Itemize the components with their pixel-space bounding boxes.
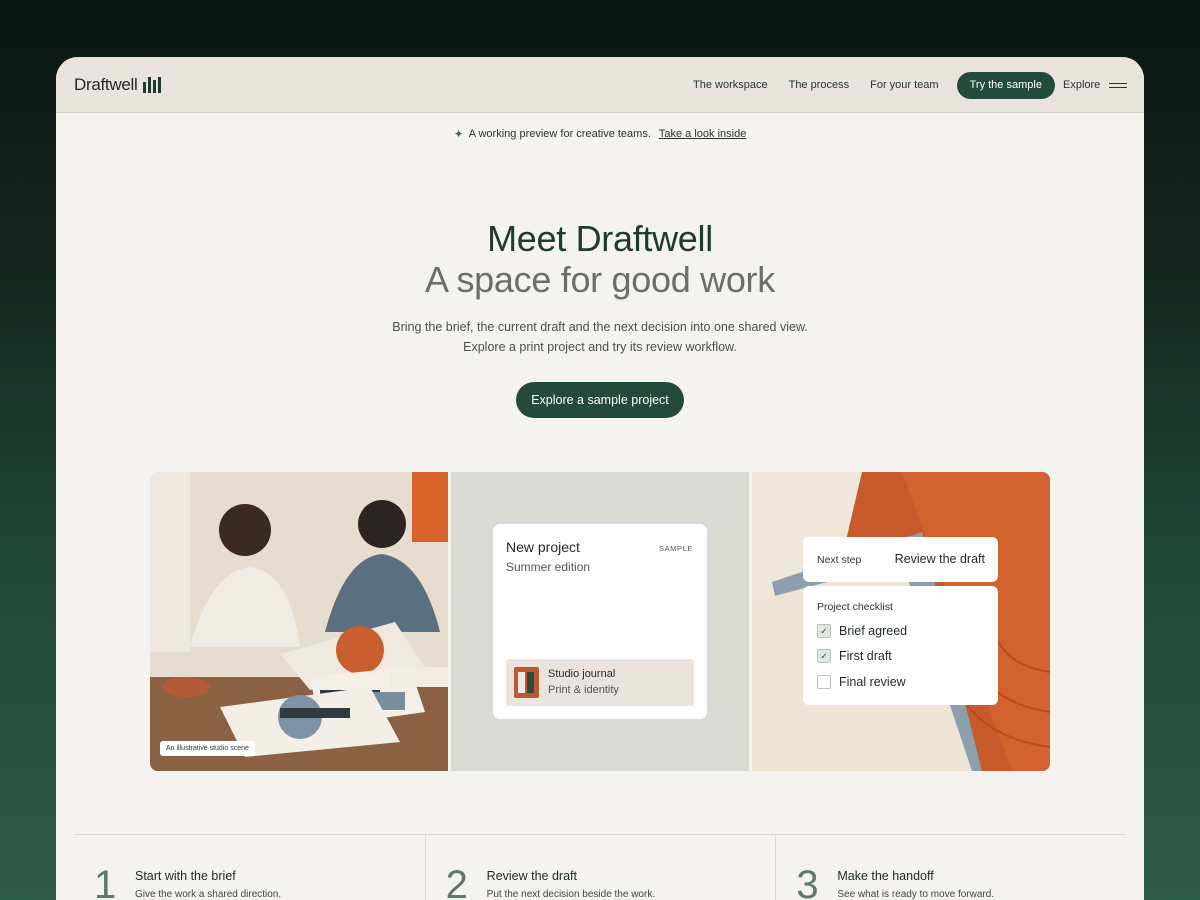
studio-photo-panel: An illustrative studio scene — [150, 472, 448, 771]
step-number: 2 — [445, 863, 468, 900]
explore-menu[interactable]: Explore — [1063, 57, 1128, 113]
announcement-bar: ✦ A working preview for creative teams. … — [56, 127, 1144, 141]
logo[interactable]: Draftwell — [74, 74, 162, 95]
showcase-panels: An illustrative studio scene New project… — [150, 472, 1050, 771]
checklist-item[interactable]: ✓ Brief agreed — [817, 624, 907, 638]
checkbox-checked-icon[interactable]: ✓ — [817, 649, 831, 663]
step-title: Start with the brief — [135, 869, 236, 883]
checklist-item[interactable]: Final review — [817, 675, 906, 689]
project-meta: Print & identity — [548, 684, 619, 696]
project-item[interactable]: Studio journal Print & identity — [506, 659, 694, 706]
checklist-title: Project checklist — [817, 601, 893, 613]
step-description: See what is ready to move forward. — [837, 889, 995, 900]
announcement-text: A working preview for creative teams. — [468, 128, 651, 140]
step-description: Give the work a shared direction. — [135, 889, 282, 900]
sample-badge: SAMPLE — [658, 544, 693, 553]
next-step-card[interactable]: Next step Review the draft — [803, 537, 998, 582]
step-title: Review the draft — [486, 869, 577, 883]
nav-link-workspace[interactable]: The workspace — [693, 79, 768, 91]
explore-sample-button[interactable]: Explore a sample project — [516, 382, 684, 418]
project-name: Studio journal — [548, 668, 616, 680]
explore-label: Explore — [1063, 79, 1101, 91]
next-step-label: Next step — [817, 554, 862, 566]
studio-scene-image — [150, 472, 448, 771]
checklist-item-label: Brief agreed — [839, 624, 908, 638]
hero-desc-line1: Bring the brief, the current draft and t… — [392, 320, 808, 334]
hero-description: Bring the brief, the current draft and t… — [56, 318, 1144, 357]
checkbox-unchecked-icon[interactable] — [817, 675, 831, 689]
checkbox-checked-icon[interactable]: ✓ — [817, 624, 831, 638]
step-1: 1 Start with the brief Give the work a s… — [74, 835, 425, 900]
hero-desc-line2: Explore a print project and try its revi… — [463, 339, 737, 354]
hamburger-icon — [1109, 82, 1128, 88]
nav-links: The workspace The process For your team … — [693, 57, 1055, 113]
brand-name: Draftwell — [74, 74, 138, 94]
process-steps: 1 Start with the brief Give the work a s… — [74, 834, 1126, 900]
checklist-item[interactable]: ✓ First draft — [817, 649, 892, 663]
sparkle-icon: ✦ — [453, 127, 464, 141]
nav-link-team[interactable]: For your team — [870, 79, 938, 91]
step-description: Put the next decision beside the work. — [486, 889, 656, 900]
image-caption: An illustrative studio scene — [160, 741, 255, 756]
journal-icon — [514, 667, 539, 698]
new-project-panel: New project Summer edition SAMPLE Studio… — [451, 472, 749, 771]
checklist-item-label: Final review — [839, 675, 906, 689]
card-subtitle: Summer edition — [506, 560, 591, 574]
step-title: Make the handoff — [837, 869, 934, 883]
hero-subtitle: A space for good work — [425, 259, 775, 300]
new-project-card[interactable]: New project Summer edition SAMPLE Studio… — [493, 524, 707, 719]
project-checklist-card: Project checklist ✓ Brief agreed ✓ First… — [803, 586, 998, 705]
step-number: 1 — [94, 863, 117, 900]
checklist-panel: Next step Review the draft Project check… — [752, 472, 1050, 771]
checklist-item-label: First draft — [839, 649, 892, 663]
card-title: New project — [506, 539, 580, 555]
next-step-value: Review the draft — [894, 552, 985, 566]
step-2: 2 Review the draft Put the next decision… — [424, 835, 776, 900]
hero-title: Meet Draftwell — [487, 218, 713, 259]
nav-link-process[interactable]: The process — [789, 79, 850, 91]
try-sample-button[interactable]: Try the sample — [956, 71, 1055, 99]
logo-bars-icon — [143, 76, 162, 93]
top-nav: Draftwell The workspace The process For … — [56, 57, 1144, 113]
browser-frame: Draftwell The workspace The process For … — [56, 57, 1144, 900]
announcement-link[interactable]: Take a look inside — [659, 128, 746, 140]
step-number: 3 — [796, 863, 819, 900]
step-3: 3 Make the handoff See what is ready to … — [775, 835, 1126, 900]
